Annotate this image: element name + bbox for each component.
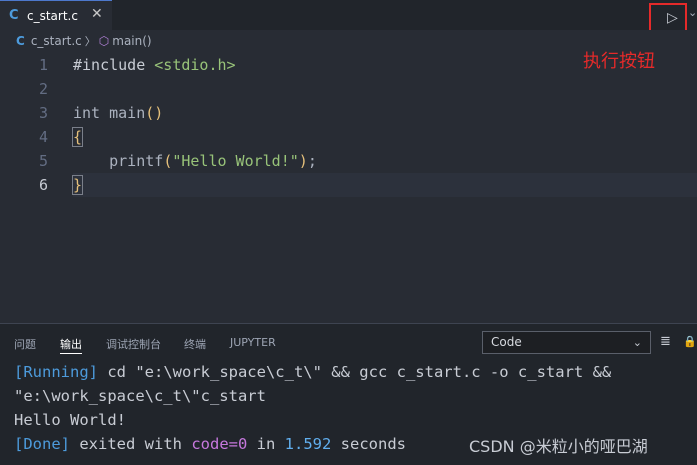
panel-tabs: 问题 输出 调试控制台 终端 JUPYTER Code ⌄ ≣ 🔒 — [0, 324, 697, 362]
c-file-icon: C — [16, 34, 25, 48]
function-name: main — [109, 104, 146, 122]
code-line[interactable]: } — [71, 173, 84, 197]
code-line[interactable]: printf("Hello World!"); — [73, 149, 317, 173]
include-directive: #include — [73, 56, 155, 74]
run-button-annotation: 执行按钮 — [583, 51, 655, 72]
line-number: 2 — [38, 80, 48, 98]
symbol-method-icon: ⬡ — [98, 34, 110, 48]
chevron-down-icon[interactable]: ⌄ — [688, 6, 697, 19]
editor-tab-bar: C c_start.c ✕ ▷ ⌄ — [0, 0, 697, 35]
tab-output[interactable]: 输出 — [60, 336, 82, 354]
semicolon: ; — [307, 152, 317, 170]
elapsed-time: 1.592 — [284, 435, 332, 453]
paren: () — [145, 104, 164, 122]
play-icon: ▷ — [667, 10, 678, 26]
close-icon[interactable]: ✕ — [91, 6, 103, 22]
c-file-icon: C — [9, 8, 19, 23]
tab-jupyter[interactable]: JUPYTER — [230, 336, 276, 349]
tab-problems[interactable]: 问题 — [14, 336, 36, 352]
output-text-part: seconds — [331, 435, 406, 453]
code-line[interactable]: { — [71, 125, 84, 149]
line-number: 1 — [38, 56, 48, 74]
string-literal: "Hello World!" — [172, 152, 299, 170]
exit-code: code=0 — [191, 435, 248, 453]
select-value: Code — [491, 335, 522, 349]
header-name: <stdio.h> — [154, 56, 236, 74]
output-channel-select[interactable]: Code ⌄ — [482, 331, 651, 354]
chevron-down-icon: ⌄ — [632, 336, 642, 349]
line-number: 5 — [38, 152, 48, 170]
paren: ) — [298, 152, 308, 170]
output-text-part: exited with — [70, 435, 192, 453]
line-number: 4 — [38, 128, 48, 146]
tab-c-start[interactable]: C c_start.c ✕ — [0, 0, 112, 30]
lock-icon[interactable]: 🔒 — [683, 335, 697, 348]
code-line[interactable]: int main() — [73, 101, 163, 125]
code-editor[interactable]: #include <stdio.h> int main() { printf("… — [71, 53, 697, 323]
chevron-right-icon: 〉 — [84, 35, 96, 48]
command-text: cd "e:\work_space\c_t\" && gcc c_start.c… — [98, 363, 612, 381]
open-brace: { — [71, 127, 84, 147]
list-filter-icon[interactable]: ≣ — [660, 334, 671, 349]
line-number-gutter: 1 2 3 4 5 6 — [0, 53, 73, 323]
output-line: Hello World! — [14, 411, 126, 429]
line-number: 3 — [38, 104, 48, 122]
tab-terminal[interactable]: 终端 — [184, 336, 206, 352]
tab-debug-console[interactable]: 调试控制台 — [106, 336, 161, 352]
line-number-active: 6 — [38, 176, 48, 194]
type-keyword: int — [73, 104, 110, 122]
output-line: [Running] cd "e:\work_space\c_t\" && gcc… — [14, 360, 694, 384]
breadcrumb-symbol[interactable]: main() — [112, 34, 151, 48]
done-tag: [Done] — [14, 435, 70, 453]
code-line[interactable]: #include <stdio.h> — [73, 53, 236, 77]
watermark: CSDN @米粒小的哑巴湖 — [469, 437, 648, 456]
running-tag: [Running] — [14, 363, 98, 381]
breadcrumb-file[interactable]: c_start.c — [31, 34, 82, 48]
output-line: "e:\work_space\c_t\"c_start — [14, 387, 266, 405]
tab-filename: c_start.c — [27, 8, 78, 23]
output-text-part: in — [247, 435, 285, 453]
paren: ( — [163, 152, 173, 170]
call-name: printf — [109, 152, 164, 170]
close-brace: } — [71, 175, 84, 195]
